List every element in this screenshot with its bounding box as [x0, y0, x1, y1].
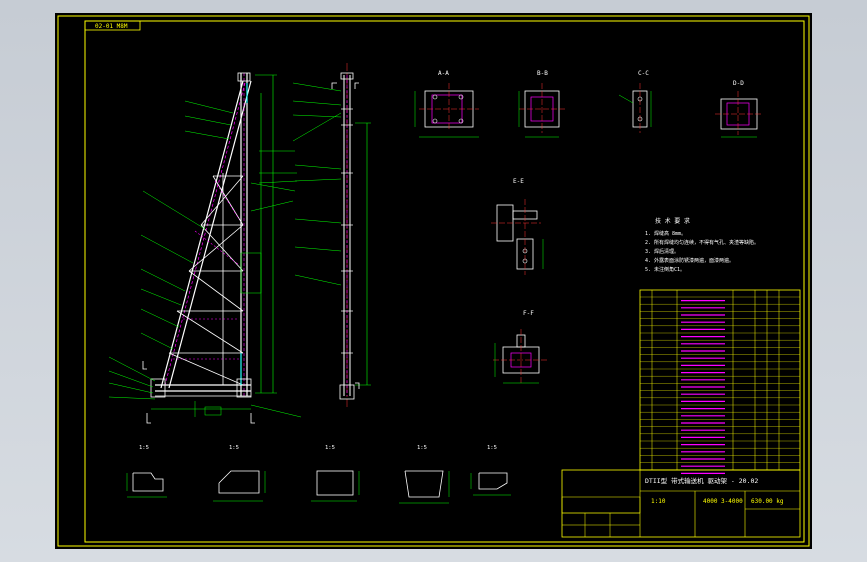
drawing-svg: 02-01 M8M A-A B-B C-C D-D E-E F-F 技 术 要 …	[57, 15, 810, 547]
detail-view-3[interactable]: 1:5	[311, 445, 360, 502]
revision-table	[561, 496, 641, 514]
main-elevation-view[interactable]	[108, 72, 302, 424]
detail-label-3: 1:5	[325, 445, 335, 451]
title-block: DTII型 带式输送机 驱动架 - 20.02 4000 3-4000 1:10…	[561, 469, 801, 538]
detail-label-2: 1:5	[229, 445, 239, 451]
parts-list-table	[639, 289, 801, 474]
section-view-e[interactable]: E-E	[491, 178, 544, 275]
title-code: 4000 3-4000	[703, 498, 743, 505]
section-view-b[interactable]: B-B	[518, 70, 565, 138]
section-label-c: C-C	[638, 70, 649, 77]
detail-label-4: 1:5	[417, 445, 427, 451]
section-view-a[interactable]: A-A	[414, 70, 479, 138]
notes-line-1: 1. 焊缝高 8mm。	[645, 230, 686, 237]
notes-line-5: 5. 未注倒角C1。	[645, 266, 685, 273]
detail-view-4[interactable]: 1:5	[399, 445, 450, 504]
detail-label-5: 1:5	[487, 445, 497, 451]
notes-line-2: 2. 所有焊缝均匀连续，不得有气孔、夹渣等缺陷。	[645, 239, 759, 246]
detail-view-5[interactable]: 1:5	[470, 445, 511, 496]
section-label-b: B-B	[537, 70, 548, 77]
section-view-d[interactable]: D-D	[715, 80, 763, 138]
stamp-label: 02-01 M8M	[95, 23, 128, 30]
section-label-a: A-A	[438, 70, 449, 77]
technical-notes: 技 术 要 求 1. 焊缝高 8mm。 2. 所有焊缝均匀连续，不得有气孔、夹渣…	[645, 217, 759, 273]
section-view-c[interactable]: C-C	[618, 70, 652, 133]
detail-view-2[interactable]: 1:5	[213, 445, 266, 502]
side-elevation-view[interactable]	[292, 63, 371, 408]
detail-label-1: 1:5	[139, 445, 149, 451]
section-view-f[interactable]: F-F	[493, 310, 549, 385]
title-scale: 1:10	[651, 498, 666, 505]
detail-view-1[interactable]: 1:5	[126, 445, 167, 498]
cad-drawing-canvas[interactable]: 02-01 M8M A-A B-B C-C D-D E-E F-F 技 术 要 …	[55, 13, 812, 549]
section-label-d: D-D	[733, 80, 744, 87]
viewport: 02-01 M8M A-A B-B C-C D-D E-E F-F 技 术 要 …	[0, 0, 867, 562]
inner-frame	[84, 20, 805, 543]
title-weight: 630.00 kg	[751, 498, 784, 505]
notes-line-4: 4. 外露表面涂防锈漆两遍，面漆两遍。	[645, 257, 734, 264]
notes-title: 技 术 要 求	[655, 217, 690, 225]
section-label-f: F-F	[523, 310, 534, 317]
title-main: DTII型 带式输送机 驱动架 - 20.02	[645, 476, 758, 485]
section-label-e: E-E	[513, 178, 524, 185]
notes-line-3: 3. 焊后清理。	[645, 248, 679, 255]
